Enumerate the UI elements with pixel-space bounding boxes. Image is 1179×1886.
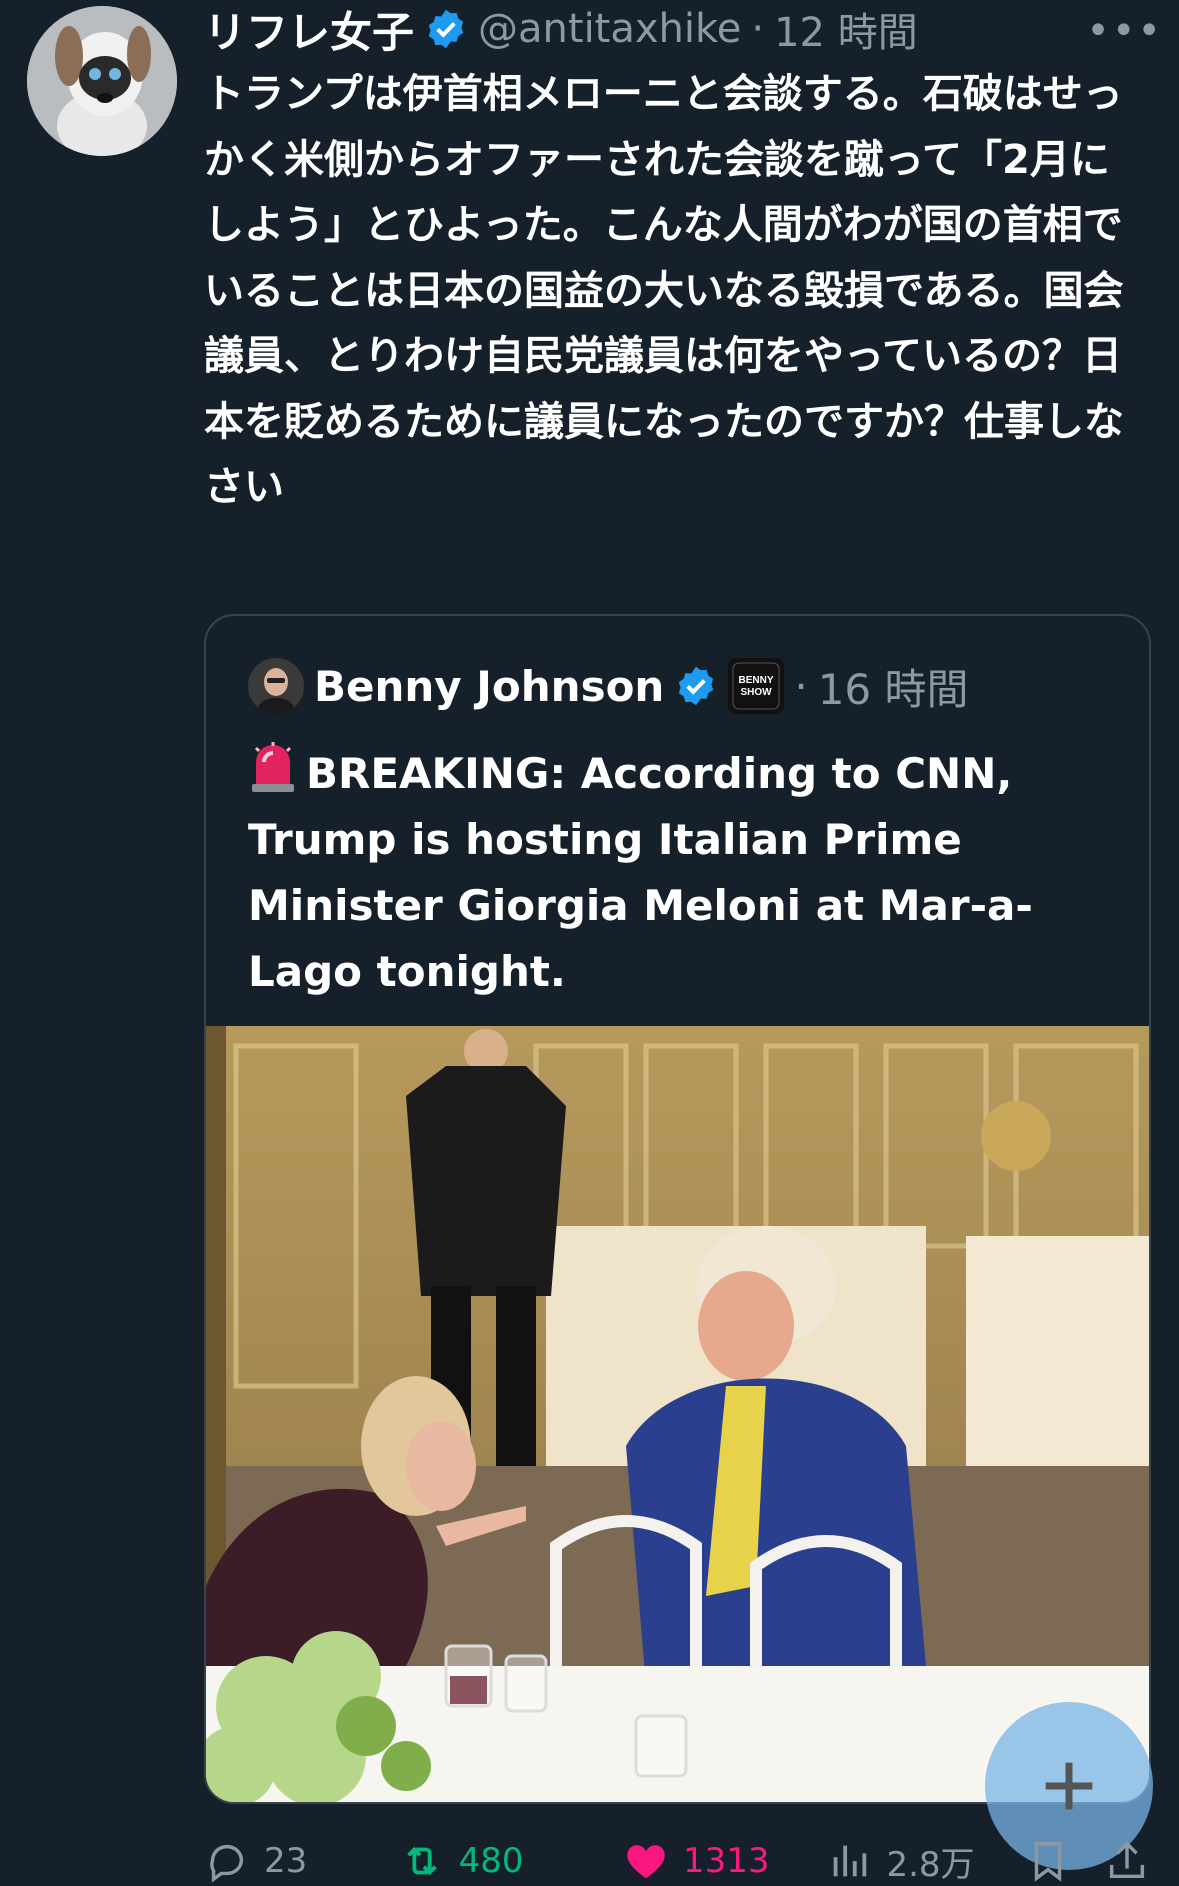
bookmark-icon bbox=[1034, 1842, 1062, 1882]
reply-icon bbox=[210, 1844, 244, 1883]
like-button[interactable]: 1313 bbox=[623, 1838, 827, 1884]
svg-text:BENNY: BENNY bbox=[739, 675, 774, 686]
robot-dog-avatar-image bbox=[27, 6, 177, 156]
retweet-button[interactable]: 480 bbox=[399, 1838, 623, 1884]
quoted-tweet-photo[interactable] bbox=[206, 1026, 1149, 1802]
author-avatar[interactable] bbox=[27, 6, 177, 156]
quoted-separator: · bbox=[794, 661, 808, 711]
bookmark-button[interactable] bbox=[1025, 1838, 1104, 1884]
person-avatar-image bbox=[248, 658, 304, 714]
tweet-text: トランプは伊首相メローニと会談する。石破はせっかく米側からオファーされた会談を蹴… bbox=[204, 71, 1124, 510]
author-name[interactable]: リフレ女子 bbox=[204, 0, 414, 60]
benny-show-logo: BENNY SHOW bbox=[732, 662, 780, 710]
header-separator: · bbox=[751, 6, 765, 52]
more-icon[interactable]: ••• bbox=[1086, 8, 1163, 54]
quoted-timestamp[interactable]: 16 時間 bbox=[818, 656, 969, 717]
quoted-tweet-header: Benny Johnson BENNY SHOW · 16 時間 bbox=[248, 658, 969, 714]
share-button[interactable] bbox=[1104, 1838, 1164, 1884]
svg-text:SHOW: SHOW bbox=[741, 687, 773, 698]
author-handle[interactable]: @antitaxhike bbox=[478, 6, 741, 52]
affiliate-badge: BENNY SHOW bbox=[728, 658, 785, 714]
verified-icon bbox=[428, 9, 464, 49]
tweet-action-bar: 23 480 1313 2.8万 bbox=[204, 1836, 1164, 1886]
siren-icon bbox=[252, 742, 294, 792]
views-icon bbox=[834, 1845, 867, 1877]
quoted-tweet-body: BREAKING: According to CNN, Trump is hos… bbox=[248, 749, 1033, 996]
quoted-author-avatar[interactable] bbox=[248, 658, 304, 714]
tweet-header: リフレ女子 @antitaxhike · 12 時間 bbox=[204, 0, 1134, 58]
share-icon bbox=[1110, 1841, 1145, 1879]
quoted-tweet-text: BREAKING: According to CNN, Trump is hos… bbox=[248, 738, 1108, 1005]
reply-count: 23 bbox=[264, 1841, 308, 1881]
quoted-tweet-card[interactable]: Benny Johnson BENNY SHOW · 16 時間 BREAKIN… bbox=[204, 614, 1151, 1804]
quoted-author-name[interactable]: Benny Johnson bbox=[314, 662, 664, 711]
plus-icon bbox=[1045, 1762, 1093, 1810]
views-button[interactable]: 2.8万 bbox=[826, 1837, 1025, 1886]
heart-icon bbox=[627, 1845, 665, 1879]
like-count: 1313 bbox=[682, 1841, 770, 1881]
retweet-count: 480 bbox=[458, 1841, 524, 1881]
tweet-timestamp[interactable]: 12 時間 bbox=[774, 0, 918, 58]
dinner-meeting-photo bbox=[206, 1026, 1149, 1802]
retweet-icon bbox=[406, 1846, 437, 1876]
reply-button[interactable]: 23 bbox=[204, 1838, 399, 1884]
views-count: 2.8万 bbox=[886, 1844, 975, 1885]
verified-icon bbox=[679, 666, 714, 706]
